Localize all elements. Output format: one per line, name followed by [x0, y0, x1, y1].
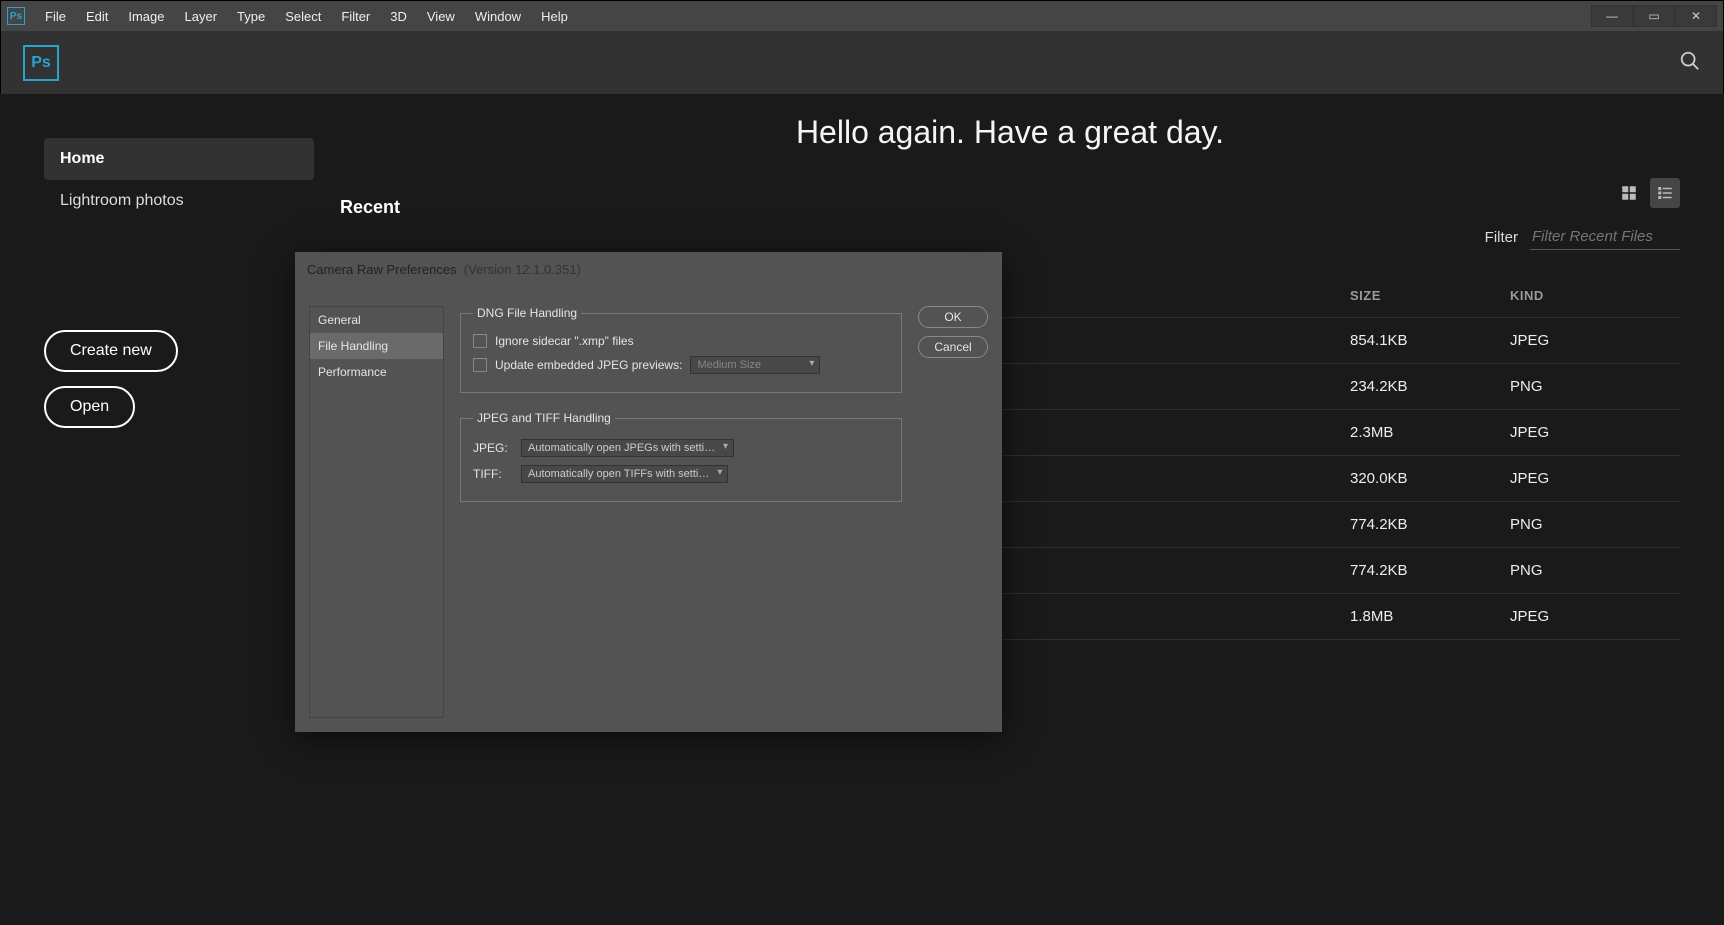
menu-select[interactable]: Select — [275, 5, 331, 28]
greeting-text: Hello again. Have a great day. — [340, 114, 1680, 151]
dlg-tab-performance[interactable]: Performance — [310, 359, 443, 385]
menu-image[interactable]: Image — [118, 5, 174, 28]
menu-edit[interactable]: Edit — [76, 5, 118, 28]
filter-input[interactable] — [1530, 224, 1680, 250]
app-icon: Ps — [7, 7, 25, 25]
dialog-title-text: Camera Raw Preferences — [307, 262, 457, 277]
cell-size: 2.3MB — [1350, 424, 1510, 441]
update-size-select[interactable]: Medium Size — [690, 356, 820, 374]
maximize-button[interactable]: ▭ — [1633, 5, 1675, 27]
dialog-version: (Version 12.1.0.351) — [464, 262, 581, 277]
cancel-button[interactable]: Cancel — [918, 336, 988, 358]
list-view-icon[interactable] — [1650, 178, 1680, 208]
filter-label: Filter — [1485, 229, 1518, 246]
filter-row: Filter — [1485, 224, 1680, 250]
cell-kind: JPEG — [1510, 608, 1670, 625]
tiff-label: TIFF: — [473, 467, 511, 481]
cell-size: 854.1KB — [1350, 332, 1510, 349]
open-button[interactable]: Open — [44, 386, 135, 428]
menu-file[interactable]: File — [35, 5, 76, 28]
sidebar-item-lightroom[interactable]: Lightroom photos — [44, 180, 314, 222]
sidebar-item-home[interactable]: Home — [44, 138, 314, 180]
tiff-select[interactable]: Automatically open TIFFs with setti… — [521, 465, 728, 483]
update-previews-checkbox[interactable] — [473, 358, 487, 372]
cell-kind: PNG — [1510, 562, 1670, 579]
dialog-title: Camera Raw Preferences (Version 12.1.0.3… — [295, 252, 1002, 287]
menu-view[interactable]: View — [417, 5, 465, 28]
cell-size: 774.2KB — [1350, 516, 1510, 533]
menu-layer[interactable]: Layer — [175, 5, 228, 28]
menu-3d[interactable]: 3D — [380, 5, 417, 28]
dialog-main: DNG File Handling Ignore sidecar ".xmp" … — [460, 306, 902, 718]
jpeg-label: JPEG: — [473, 441, 511, 455]
recent-heading: Recent — [340, 197, 1680, 218]
cell-kind: PNG — [1510, 516, 1670, 533]
dlg-tab-general[interactable]: General — [310, 307, 443, 333]
jpeg-tiff-fieldset: JPEG and TIFF Handling JPEG: Automatical… — [460, 411, 902, 502]
menu-filter[interactable]: Filter — [331, 5, 380, 28]
close-button[interactable]: ✕ — [1675, 5, 1717, 27]
jpeg-tiff-legend: JPEG and TIFF Handling — [473, 411, 615, 425]
jpeg-select[interactable]: Automatically open JPEGs with setti… — [521, 439, 734, 457]
menu-type[interactable]: Type — [227, 5, 275, 28]
col-kind-header[interactable]: KIND — [1510, 288, 1670, 303]
camera-raw-preferences-dialog: Camera Raw Preferences (Version 12.1.0.3… — [295, 252, 1002, 732]
cell-size: 774.2KB — [1350, 562, 1510, 579]
search-icon[interactable] — [1679, 50, 1701, 77]
home-sidebar: Home Lightroom photos Create new Open — [44, 138, 314, 428]
cell-kind: JPEG — [1510, 332, 1670, 349]
minimize-button[interactable]: — — [1591, 5, 1633, 27]
menu-window[interactable]: Window — [465, 5, 531, 28]
grid-view-icon[interactable] — [1614, 178, 1644, 208]
ignore-sidecar-label: Ignore sidecar ".xmp" files — [495, 334, 634, 348]
cell-size: 320.0KB — [1350, 470, 1510, 487]
create-new-button[interactable]: Create new — [44, 330, 178, 372]
dialog-sidebar: General File Handling Performance — [309, 306, 444, 718]
cell-kind: PNG — [1510, 378, 1670, 395]
col-size-header[interactable]: SIZE — [1350, 288, 1510, 303]
app-header: Ps — [1, 31, 1723, 95]
cell-size: 234.2KB — [1350, 378, 1510, 395]
view-toggles — [1614, 178, 1680, 208]
dlg-tab-file-handling[interactable]: File Handling — [310, 333, 443, 359]
ps-logo: Ps — [23, 45, 59, 81]
dng-fieldset: DNG File Handling Ignore sidecar ".xmp" … — [460, 306, 902, 393]
window-controls: — ▭ ✕ — [1591, 5, 1717, 27]
ok-button[interactable]: OK — [918, 306, 988, 328]
update-previews-label: Update embedded JPEG previews: — [495, 358, 682, 372]
menubar: Ps File Edit Image Layer Type Select Fil… — [1, 1, 1723, 31]
cell-kind: JPEG — [1510, 424, 1670, 441]
cell-size: 1.8MB — [1350, 608, 1510, 625]
dialog-buttons: OK Cancel — [918, 306, 988, 718]
cell-kind: JPEG — [1510, 470, 1670, 487]
ignore-sidecar-checkbox[interactable] — [473, 334, 487, 348]
menu-help[interactable]: Help — [531, 5, 578, 28]
dng-legend: DNG File Handling — [473, 306, 581, 320]
